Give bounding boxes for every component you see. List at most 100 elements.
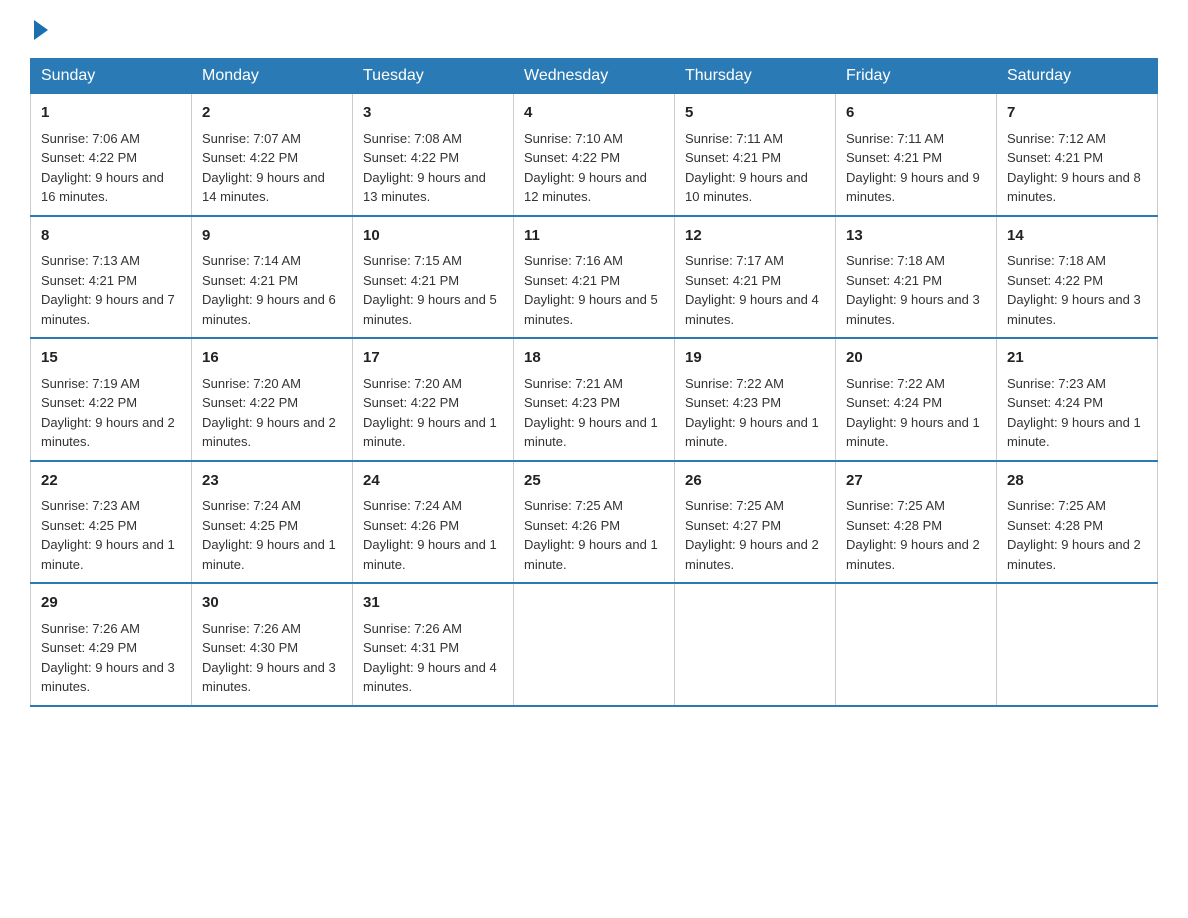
day-daylight: Daylight: 9 hours and 12 minutes. bbox=[524, 170, 647, 205]
day-daylight: Daylight: 9 hours and 1 minute. bbox=[524, 537, 658, 572]
day-sunrise: Sunrise: 7:08 AM bbox=[363, 131, 462, 146]
calendar-cell: 25 Sunrise: 7:25 AM Sunset: 4:26 PM Dayl… bbox=[514, 461, 675, 584]
day-number: 17 bbox=[363, 347, 503, 370]
day-sunset: Sunset: 4:22 PM bbox=[1007, 273, 1103, 288]
day-sunset: Sunset: 4:21 PM bbox=[41, 273, 137, 288]
calendar-cell: 7 Sunrise: 7:12 AM Sunset: 4:21 PM Dayli… bbox=[997, 94, 1158, 216]
calendar-cell: 28 Sunrise: 7:25 AM Sunset: 4:28 PM Dayl… bbox=[997, 461, 1158, 584]
day-daylight: Daylight: 9 hours and 1 minute. bbox=[846, 415, 980, 450]
day-number: 5 bbox=[685, 102, 825, 125]
calendar-cell: 15 Sunrise: 7:19 AM Sunset: 4:22 PM Dayl… bbox=[31, 338, 192, 461]
day-sunset: Sunset: 4:27 PM bbox=[685, 518, 781, 533]
page-header bbox=[30, 20, 1158, 40]
day-number: 20 bbox=[846, 347, 986, 370]
day-daylight: Daylight: 9 hours and 2 minutes. bbox=[685, 537, 819, 572]
day-sunrise: Sunrise: 7:24 AM bbox=[202, 498, 301, 513]
day-sunset: Sunset: 4:24 PM bbox=[846, 395, 942, 410]
calendar-cell: 11 Sunrise: 7:16 AM Sunset: 4:21 PM Dayl… bbox=[514, 216, 675, 339]
day-sunrise: Sunrise: 7:13 AM bbox=[41, 253, 140, 268]
day-sunrise: Sunrise: 7:25 AM bbox=[1007, 498, 1106, 513]
day-sunset: Sunset: 4:22 PM bbox=[524, 150, 620, 165]
day-daylight: Daylight: 9 hours and 3 minutes. bbox=[846, 292, 980, 327]
day-number: 29 bbox=[41, 592, 181, 615]
day-daylight: Daylight: 9 hours and 5 minutes. bbox=[524, 292, 658, 327]
day-sunrise: Sunrise: 7:11 AM bbox=[846, 131, 944, 146]
day-sunrise: Sunrise: 7:15 AM bbox=[363, 253, 462, 268]
calendar-cell: 12 Sunrise: 7:17 AM Sunset: 4:21 PM Dayl… bbox=[675, 216, 836, 339]
day-number: 30 bbox=[202, 592, 342, 615]
day-number: 3 bbox=[363, 102, 503, 125]
calendar-cell: 20 Sunrise: 7:22 AM Sunset: 4:24 PM Dayl… bbox=[836, 338, 997, 461]
day-number: 11 bbox=[524, 225, 664, 248]
calendar-week-row: 22 Sunrise: 7:23 AM Sunset: 4:25 PM Dayl… bbox=[31, 461, 1158, 584]
day-sunset: Sunset: 4:28 PM bbox=[1007, 518, 1103, 533]
calendar-cell: 10 Sunrise: 7:15 AM Sunset: 4:21 PM Dayl… bbox=[353, 216, 514, 339]
day-number: 15 bbox=[41, 347, 181, 370]
day-number: 12 bbox=[685, 225, 825, 248]
day-daylight: Daylight: 9 hours and 2 minutes. bbox=[846, 537, 980, 572]
calendar-cell bbox=[514, 583, 675, 706]
day-sunset: Sunset: 4:22 PM bbox=[41, 395, 137, 410]
day-sunset: Sunset: 4:21 PM bbox=[846, 273, 942, 288]
day-number: 1 bbox=[41, 102, 181, 125]
day-sunset: Sunset: 4:22 PM bbox=[363, 150, 459, 165]
day-number: 18 bbox=[524, 347, 664, 370]
day-daylight: Daylight: 9 hours and 2 minutes. bbox=[202, 415, 336, 450]
calendar-cell: 14 Sunrise: 7:18 AM Sunset: 4:22 PM Dayl… bbox=[997, 216, 1158, 339]
day-number: 4 bbox=[524, 102, 664, 125]
calendar-cell: 6 Sunrise: 7:11 AM Sunset: 4:21 PM Dayli… bbox=[836, 94, 997, 216]
day-sunset: Sunset: 4:22 PM bbox=[202, 150, 298, 165]
day-sunset: Sunset: 4:23 PM bbox=[685, 395, 781, 410]
calendar-cell: 4 Sunrise: 7:10 AM Sunset: 4:22 PM Dayli… bbox=[514, 94, 675, 216]
calendar-table: SundayMondayTuesdayWednesdayThursdayFrid… bbox=[30, 58, 1158, 707]
calendar-cell: 17 Sunrise: 7:20 AM Sunset: 4:22 PM Dayl… bbox=[353, 338, 514, 461]
day-sunrise: Sunrise: 7:16 AM bbox=[524, 253, 623, 268]
day-sunrise: Sunrise: 7:19 AM bbox=[41, 376, 140, 391]
day-daylight: Daylight: 9 hours and 3 minutes. bbox=[1007, 292, 1141, 327]
day-sunset: Sunset: 4:26 PM bbox=[363, 518, 459, 533]
day-sunrise: Sunrise: 7:18 AM bbox=[1007, 253, 1106, 268]
day-sunrise: Sunrise: 7:23 AM bbox=[41, 498, 140, 513]
day-sunset: Sunset: 4:29 PM bbox=[41, 640, 137, 655]
day-sunrise: Sunrise: 7:20 AM bbox=[363, 376, 462, 391]
logo bbox=[30, 20, 48, 40]
day-number: 21 bbox=[1007, 347, 1147, 370]
calendar-header-row: SundayMondayTuesdayWednesdayThursdayFrid… bbox=[31, 59, 1158, 94]
day-daylight: Daylight: 9 hours and 2 minutes. bbox=[1007, 537, 1141, 572]
calendar-cell: 19 Sunrise: 7:22 AM Sunset: 4:23 PM Dayl… bbox=[675, 338, 836, 461]
day-daylight: Daylight: 9 hours and 1 minute. bbox=[524, 415, 658, 450]
day-sunset: Sunset: 4:21 PM bbox=[524, 273, 620, 288]
calendar-cell: 8 Sunrise: 7:13 AM Sunset: 4:21 PM Dayli… bbox=[31, 216, 192, 339]
day-sunset: Sunset: 4:25 PM bbox=[41, 518, 137, 533]
day-daylight: Daylight: 9 hours and 10 minutes. bbox=[685, 170, 808, 205]
day-daylight: Daylight: 9 hours and 5 minutes. bbox=[363, 292, 497, 327]
calendar-cell: 5 Sunrise: 7:11 AM Sunset: 4:21 PM Dayli… bbox=[675, 94, 836, 216]
day-daylight: Daylight: 9 hours and 7 minutes. bbox=[41, 292, 175, 327]
day-number: 24 bbox=[363, 470, 503, 493]
day-number: 2 bbox=[202, 102, 342, 125]
day-number: 14 bbox=[1007, 225, 1147, 248]
calendar-cell bbox=[836, 583, 997, 706]
day-sunrise: Sunrise: 7:06 AM bbox=[41, 131, 140, 146]
day-sunset: Sunset: 4:21 PM bbox=[202, 273, 298, 288]
day-daylight: Daylight: 9 hours and 3 minutes. bbox=[41, 660, 175, 695]
calendar-week-row: 8 Sunrise: 7:13 AM Sunset: 4:21 PM Dayli… bbox=[31, 216, 1158, 339]
day-sunset: Sunset: 4:24 PM bbox=[1007, 395, 1103, 410]
day-number: 16 bbox=[202, 347, 342, 370]
calendar-cell: 27 Sunrise: 7:25 AM Sunset: 4:28 PM Dayl… bbox=[836, 461, 997, 584]
day-daylight: Daylight: 9 hours and 1 minute. bbox=[685, 415, 819, 450]
day-daylight: Daylight: 9 hours and 1 minute. bbox=[363, 537, 497, 572]
calendar-cell: 13 Sunrise: 7:18 AM Sunset: 4:21 PM Dayl… bbox=[836, 216, 997, 339]
day-sunrise: Sunrise: 7:25 AM bbox=[524, 498, 623, 513]
day-header-saturday: Saturday bbox=[997, 59, 1158, 94]
day-number: 27 bbox=[846, 470, 986, 493]
day-sunrise: Sunrise: 7:26 AM bbox=[41, 621, 140, 636]
day-sunrise: Sunrise: 7:17 AM bbox=[685, 253, 784, 268]
day-sunrise: Sunrise: 7:23 AM bbox=[1007, 376, 1106, 391]
day-daylight: Daylight: 9 hours and 14 minutes. bbox=[202, 170, 325, 205]
calendar-cell: 29 Sunrise: 7:26 AM Sunset: 4:29 PM Dayl… bbox=[31, 583, 192, 706]
day-sunrise: Sunrise: 7:07 AM bbox=[202, 131, 301, 146]
calendar-cell: 21 Sunrise: 7:23 AM Sunset: 4:24 PM Dayl… bbox=[997, 338, 1158, 461]
calendar-cell: 23 Sunrise: 7:24 AM Sunset: 4:25 PM Dayl… bbox=[192, 461, 353, 584]
day-number: 23 bbox=[202, 470, 342, 493]
